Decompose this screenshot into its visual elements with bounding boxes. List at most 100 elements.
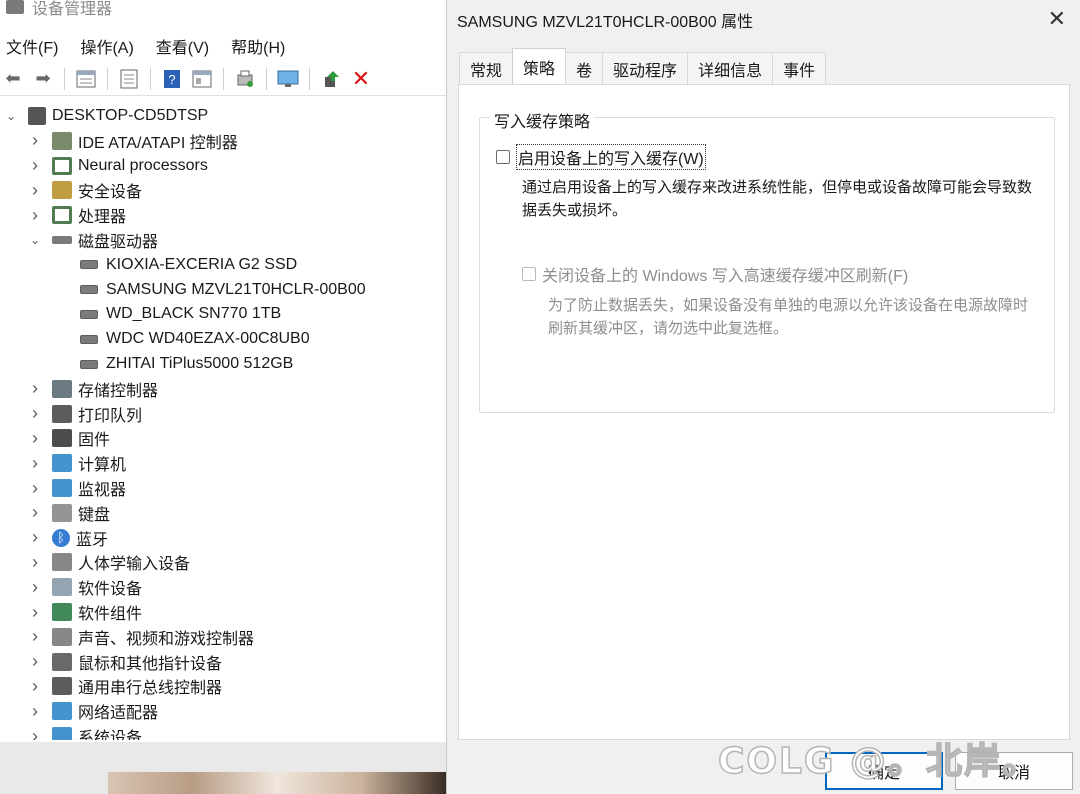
group-title: 写入缓存策略 (490, 108, 595, 132)
tree-category-label: 软件组件 (78, 606, 143, 623)
tree-category[interactable]: › 打印队列 (28, 402, 142, 426)
tree-category-label: 通用串行总线控制器 (78, 680, 223, 698)
chevron-right-icon[interactable]: › (28, 527, 42, 547)
keyboard-icon (52, 503, 72, 522)
tree-category[interactable]: › 人体学输入设备 (28, 550, 190, 574)
toolbar-divider (223, 67, 224, 90)
watermark: COLG @。北岸。 (717, 740, 1040, 783)
turn-off-buffer-flush-description: 为了防止数据丢失，如果设备没有单独的电源以允许该设备在电源故障时刷新其缓冲区，请… (548, 297, 1029, 337)
enable-write-cache-checkbox[interactable] (496, 150, 510, 164)
tree-category[interactable]: › 固件 (28, 426, 110, 450)
properties-icon[interactable] (73, 66, 99, 92)
tree-category[interactable]: › 监视器 (28, 476, 126, 500)
chevron-down-icon[interactable]: ⌄ (28, 233, 42, 247)
tree-category-label: 固件 (78, 432, 111, 450)
enable-icon[interactable] (318, 66, 344, 92)
chevron-right-icon[interactable]: › (28, 626, 42, 646)
tree-category[interactable]: › 网络适配器 (28, 699, 158, 723)
remove-icon[interactable]: ✕ (348, 66, 374, 92)
tree-disk-label: ZHITAI TiPlus5000 512GB (106, 355, 294, 372)
tree-disk-item[interactable]: ZHITAI TiPlus5000 512GB (80, 352, 293, 376)
menu-file[interactable]: 文件(F) (6, 34, 58, 58)
view-icon[interactable] (189, 66, 215, 92)
software-device-icon (52, 578, 72, 597)
chevron-right-icon[interactable]: › (28, 577, 42, 597)
chevron-right-icon[interactable]: › (28, 155, 42, 175)
software-component-icon (52, 603, 72, 621)
tab-policies[interactable]: 策略 (512, 48, 567, 84)
chevron-right-icon[interactable]: › (28, 130, 42, 150)
tree-category[interactable]: › 声音、视频和游戏控制器 (28, 625, 254, 649)
tree-category[interactable]: › 键盘 (28, 501, 110, 525)
tree-category[interactable]: › 软件组件 (28, 600, 142, 624)
chevron-right-icon[interactable]: › (28, 502, 42, 522)
help-icon[interactable]: ? (159, 66, 185, 92)
tab-general[interactable]: 常规 (459, 52, 514, 84)
tree-category[interactable]: › 软件设备 (28, 575, 142, 599)
close-icon[interactable]: ✕ (1048, 6, 1066, 32)
enable-write-cache-label[interactable]: 启用设备上的写入缓存(W) (516, 144, 706, 170)
monitor-icon[interactable] (275, 66, 301, 92)
tree-category[interactable]: › 系统设备 (28, 724, 142, 740)
tree-category[interactable]: › 鼠标和其他指针设备 (28, 650, 222, 674)
tree-category-label: 网络适配器 (78, 705, 159, 723)
chevron-right-icon[interactable]: › (28, 552, 42, 572)
disk-drive-icon (80, 309, 98, 319)
chevron-right-icon[interactable]: › (28, 651, 42, 671)
tab-details[interactable]: 详细信息 (687, 52, 774, 84)
chevron-right-icon[interactable]: › (28, 602, 42, 622)
tree-category[interactable]: ⌄ 磁盘驱动器 (28, 228, 158, 252)
chevron-right-icon[interactable]: › (28, 676, 42, 696)
device-manager-titlebar: 设备管理器 (0, 0, 446, 22)
tree-category-label: 系统设备 (78, 730, 143, 740)
network-icon (52, 702, 72, 721)
tree-category[interactable]: › 处理器 (28, 203, 126, 227)
chevron-right-icon[interactable]: › (28, 701, 42, 721)
tree-category[interactable]: › 存储控制器 (28, 377, 158, 401)
tree-category[interactable]: › 通用串行总线控制器 (28, 674, 222, 698)
tree-disk-item[interactable]: SAMSUNG MZVL21T0HCLR-00B00 (80, 278, 366, 302)
chevron-right-icon[interactable]: › (28, 478, 42, 498)
toolbar-divider (107, 67, 108, 90)
update-icon[interactable] (116, 66, 142, 92)
turn-off-buffer-flush-option: 关闭设备上的 Windows 写入高速缓存缓冲区刷新(F) (522, 262, 908, 286)
chevron-right-icon[interactable]: › (28, 378, 42, 398)
tree-category[interactable]: › 计算机 (28, 451, 126, 475)
tree-category-label: 键盘 (78, 506, 111, 524)
menu-view[interactable]: 查看(V) (156, 34, 209, 58)
turn-off-buffer-flush-label: 关闭设备上的 Windows 写入高速缓存缓冲区刷新(F) (542, 268, 909, 285)
tree-disk-item[interactable]: WD_BLACK SN770 1TB (80, 302, 281, 326)
menu-action[interactable]: 操作(A) (80, 34, 133, 58)
tree-disk-item[interactable]: KIOXIA-EXCERIA G2 SSD (80, 253, 297, 277)
device-manager-title: 设备管理器 (32, 1, 113, 18)
chevron-right-icon[interactable]: › (28, 453, 42, 473)
back-arrow-icon[interactable]: ⬅ (0, 66, 26, 92)
tree-category[interactable]: › IDE ATA/ATAPI 控制器 (28, 129, 238, 153)
tree-root-label: DESKTOP-CD5DTSP (52, 107, 209, 124)
enable-write-cache-option[interactable]: 启用设备上的写入缓存(W) (496, 144, 706, 170)
tab-events[interactable]: 事件 (772, 52, 827, 84)
tree-disk-label: WDC WD40EZAX-00C8UB0 (106, 330, 310, 348)
chevron-down-icon[interactable]: ⌄ (4, 109, 18, 123)
storage-controller-icon (52, 379, 72, 398)
chevron-right-icon[interactable]: › (28, 726, 42, 741)
forward-arrow-icon[interactable]: ➡ (30, 66, 56, 92)
tree-category[interactable]: › Neural processors (28, 154, 208, 178)
tree-root[interactable]: ⌄ DESKTOP-CD5DTSP (4, 104, 208, 128)
chevron-right-icon[interactable]: › (28, 428, 42, 448)
enable-write-cache-description: 通过启用设备上的写入缓存来改进系统性能，但停电或设备故障可能会导致数据丢失或损坏… (522, 179, 1033, 219)
chevron-right-icon[interactable]: › (28, 205, 42, 225)
tree-category-label: 软件设备 (78, 581, 143, 599)
scan-icon[interactable] (232, 66, 258, 92)
mouse-icon (52, 652, 72, 671)
tree-disk-item[interactable]: WDC WD40EZAX-00C8UB0 (80, 327, 310, 351)
tab-driver[interactable]: 驱动程序 (602, 52, 689, 84)
turn-off-buffer-flush-checkbox (522, 267, 536, 281)
toolbar: ⬅ ➡ ? ✕ (0, 62, 446, 96)
tab-volumes[interactable]: 卷 (565, 52, 604, 84)
chevron-right-icon[interactable]: › (28, 180, 42, 200)
tree-category[interactable]: › ᛒ 蓝牙 (28, 526, 108, 550)
tree-category[interactable]: › 安全设备 (28, 178, 142, 202)
menu-help[interactable]: 帮助(H) (231, 34, 285, 58)
chevron-right-icon[interactable]: › (28, 403, 42, 423)
